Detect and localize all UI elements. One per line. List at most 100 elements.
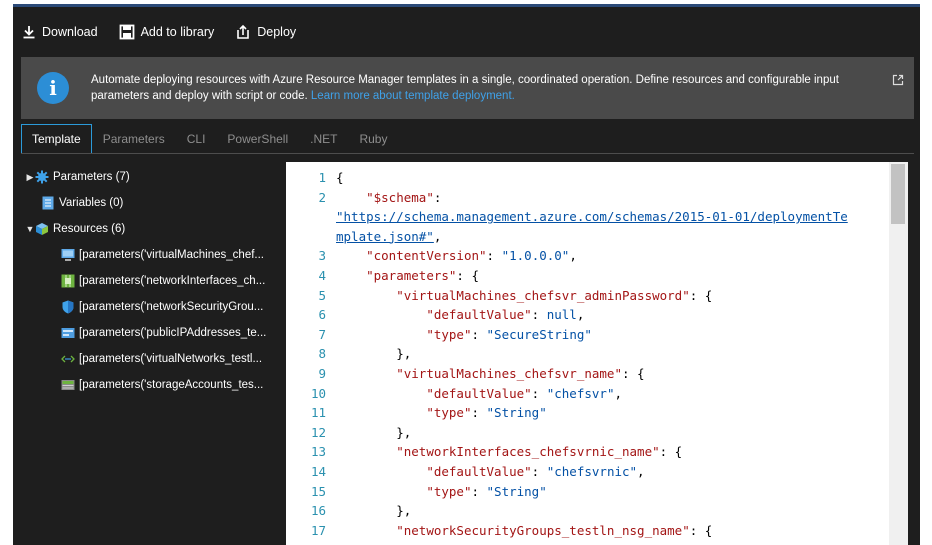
- code-line: 2 "$schema":: [286, 188, 886, 207]
- line-number: 7: [318, 326, 326, 342]
- code-line: 8 },: [286, 344, 886, 363]
- deploy-button[interactable]: Deploy: [235, 24, 296, 40]
- collapse-caret-icon[interactable]: ▼: [25, 224, 35, 234]
- json-key: "virtualMachines_chefsvr_adminPassword": [396, 287, 690, 303]
- json-punctuation: : {: [622, 366, 645, 381]
- info-banner: i Automate deploying resources with Azur…: [21, 57, 914, 119]
- tab-parameters[interactable]: Parameters: [92, 124, 176, 154]
- json-value: "1.0.0.0": [501, 248, 570, 264]
- tree-node-label: [parameters('virtualNetworks_testl...: [79, 353, 263, 365]
- code-editor[interactable]: 1{2 "$schema": "https://schema.management…: [286, 162, 908, 545]
- tab-powershell[interactable]: PowerShell: [216, 124, 299, 154]
- tab-ruby[interactable]: Ruby: [348, 124, 398, 154]
- tree-node-label: [parameters('networkSecurityGrou...: [79, 301, 264, 313]
- banner-text: Automate deploying resources with Azure …: [91, 72, 861, 104]
- add-to-library-button[interactable]: Add to library: [119, 24, 215, 40]
- json-punctuation: :: [531, 385, 547, 401]
- add-to-library-label: Add to library: [140, 25, 215, 39]
- json-key: "networkSecurityGroups_testln_nsg_name": [396, 522, 690, 538]
- code-line: 9 "virtualMachines_chefsvr_name": {: [286, 364, 886, 383]
- tree-node-label: [parameters('virtualMachines_chef...: [79, 249, 264, 261]
- code-line: 16 },: [286, 501, 886, 520]
- line-number: 8: [318, 346, 326, 362]
- storage-account-icon: [61, 378, 75, 392]
- tree-resource-item[interactable]: [parameters('publicIPAddresses_te...: [13, 320, 285, 346]
- line-number: 17: [310, 522, 326, 538]
- tree-resource-item[interactable]: [parameters('networkInterfaces_ch...: [13, 268, 285, 294]
- line-number: 2: [318, 189, 326, 205]
- json-punctuation: ,: [576, 307, 585, 323]
- tree-resource-item[interactable]: [parameters('networkSecurityGrou...: [13, 294, 285, 320]
- json-punctuation: : {: [659, 444, 683, 460]
- json-punctuation: ,: [569, 248, 577, 264]
- json-punctuation: },: [396, 346, 412, 362]
- download-label: Download: [42, 25, 98, 39]
- tree-node-label: [parameters('publicIPAddresses_te...: [79, 327, 267, 339]
- line-number: 3: [318, 248, 326, 264]
- code-line: 14 "defaultValue": "chefsvrnic",: [286, 462, 886, 481]
- tree-resource-item[interactable]: [parameters('virtualNetworks_testl...: [13, 346, 285, 372]
- security-group-icon: [61, 300, 75, 314]
- json-key: "contentVersion": [366, 248, 487, 264]
- code-line: 1{: [286, 168, 886, 187]
- tree-node-parameters[interactable]: ▶ Parameters (7): [13, 164, 285, 190]
- code-line: "https://schema.management.azure.com/sch…: [286, 207, 886, 226]
- line-number: 1: [318, 170, 326, 185]
- json-key: "parameters": [366, 268, 457, 283]
- tree-node-variables[interactable]: Variables (0): [13, 190, 285, 216]
- deploy-icon: [237, 24, 250, 39]
- tab-cli[interactable]: CLI: [176, 124, 217, 154]
- virtual-machine-icon: [61, 248, 75, 262]
- line-number: 14: [310, 464, 326, 479]
- line-number: 9: [318, 366, 326, 381]
- schema-url-link[interactable]: mplate.json#": [336, 229, 434, 244]
- json-key: "defaultValue": [426, 464, 532, 479]
- json-value: "SecureString": [486, 326, 592, 342]
- code-line: 12 },: [286, 423, 886, 442]
- tree-node-resources[interactable]: ▼ Resources (6): [13, 216, 285, 242]
- code-line: 3 "contentVersion": "1.0.0.0",: [286, 246, 886, 265]
- download-button[interactable]: Download: [22, 25, 98, 39]
- code-line: 11 "type": "String": [286, 403, 886, 422]
- json-punctuation: ,: [433, 228, 442, 244]
- external-link-icon[interactable]: [892, 74, 904, 86]
- json-value: null: [546, 307, 577, 323]
- tab-bar: Template Parameters CLI PowerShell .NET …: [21, 124, 398, 154]
- tab-dotnet[interactable]: .NET: [299, 124, 348, 154]
- editor-scrollbar-thumb[interactable]: [891, 164, 905, 224]
- json-key: "type": [426, 483, 472, 499]
- template-blade: Download Add to library Deploy i Automat…: [13, 4, 920, 545]
- template-outline-tree: ▶ Parameters (7) Variables (0) ▼ Resourc…: [13, 164, 285, 398]
- json-key: "networkInterfaces_chefsvrnic_name": [396, 444, 660, 460]
- json-value: "chefsvr": [546, 385, 615, 401]
- resources-icon: [35, 222, 49, 236]
- line-number: 16: [310, 503, 326, 519]
- json-punctuation: :: [433, 189, 442, 205]
- tree-resource-item[interactable]: [parameters('storageAccounts_tes...: [13, 372, 285, 398]
- expand-caret-icon[interactable]: ▶: [25, 172, 35, 183]
- code-line: 13 "networkInterfaces_chefsvrnic_name": …: [286, 442, 886, 461]
- code-line: mplate.json#",: [286, 227, 886, 246]
- line-number: 10: [310, 385, 326, 401]
- schema-url-link[interactable]: "https://schema.management.azure.com/sch…: [336, 209, 848, 224]
- tab-divider: [21, 153, 914, 154]
- tree-resource-item[interactable]: [parameters('virtualMachines_chef...: [13, 242, 285, 268]
- code-line: 6 "defaultValue": null,: [286, 305, 886, 324]
- json-punctuation: :: [531, 464, 547, 479]
- tab-template[interactable]: Template: [21, 124, 92, 154]
- blade-top-border: [13, 4, 920, 7]
- tree-node-label: Resources (6): [53, 223, 126, 235]
- variables-icon: [41, 196, 55, 210]
- line-number: 12: [310, 424, 326, 440]
- save-icon: [119, 24, 134, 40]
- learn-more-link[interactable]: Learn more about template deployment.: [311, 90, 515, 102]
